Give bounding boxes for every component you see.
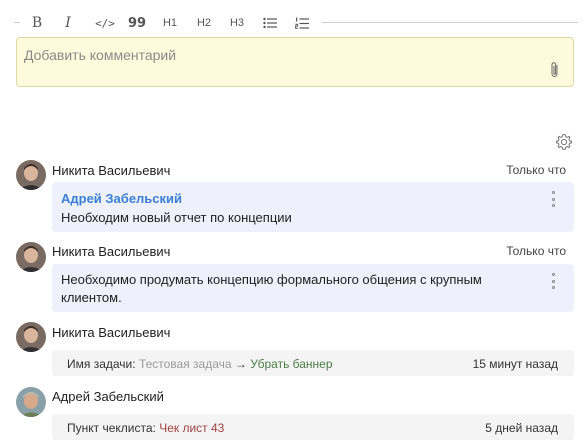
numbered-list-icon — [295, 17, 309, 29]
avatar — [16, 322, 46, 352]
mention-link[interactable]: Адрей Забельский — [61, 191, 182, 206]
comment-placeholder: Добавить комментарий — [24, 47, 177, 63]
more-options-icon[interactable] — [552, 273, 556, 289]
editor-toolbar: B I </> 99 H1 H2 H3 — [0, 12, 586, 34]
more-options-icon[interactable] — [552, 191, 556, 207]
comment-text: Необходимо продумать концепцию формально… — [61, 272, 482, 305]
event-label: Пункт чеклиста: — [67, 421, 156, 435]
comment-author[interactable]: Никита Васильевич — [52, 244, 170, 259]
toolbar-divider — [14, 22, 20, 23]
arrow-icon: → — [234, 357, 247, 371]
comment-input[interactable]: Добавить комментарий — [16, 37, 574, 87]
avatar — [16, 242, 46, 272]
user-avatar-icon — [16, 387, 46, 417]
activity-time: 5 дней назад — [485, 421, 558, 435]
user-avatar-icon — [16, 242, 46, 272]
comment-time: Только что — [506, 163, 566, 177]
bullet-list-button[interactable] — [262, 12, 278, 34]
activity-text: Пункт чеклиста: Чек лист 43 — [67, 421, 224, 435]
activity-event: Пункт чеклиста: Чек лист 43 5 дней назад — [52, 414, 574, 440]
activity-author[interactable]: Адрей Забельский — [52, 389, 164, 404]
activity-text: Имя задачи: Тестовая задача → Убрать бан… — [67, 357, 333, 371]
heading2-button[interactable]: H2 — [194, 12, 214, 34]
gear-icon[interactable] — [555, 133, 573, 151]
comment-text: Необходим новый отчет по концепции — [61, 210, 292, 225]
user-avatar-icon — [16, 160, 46, 190]
new-value: Убрать баннер — [250, 357, 333, 371]
quote-button[interactable]: 99 — [128, 12, 146, 34]
avatar — [16, 160, 46, 190]
bullet-list-icon — [263, 17, 277, 29]
comment-author[interactable]: Никита Васильевич — [52, 163, 170, 178]
comment-time: Только что — [506, 244, 566, 258]
comment-bubble: Адрей Забельский Необходим новый отчет п… — [52, 182, 574, 232]
checklist-value[interactable]: Чек лист 43 — [159, 421, 224, 435]
bold-button[interactable]: B — [28, 12, 46, 34]
numbered-list-button[interactable] — [294, 12, 310, 34]
toolbar-divider — [322, 22, 578, 23]
user-avatar-icon — [16, 322, 46, 352]
activity-time: 15 минут назад — [472, 357, 558, 371]
event-label: Имя задачи: — [67, 357, 136, 371]
italic-button[interactable]: I — [60, 12, 76, 34]
heading3-button[interactable]: H3 — [227, 12, 247, 34]
activity-event: Имя задачи: Тестовая задача → Убрать бан… — [52, 350, 574, 376]
avatar — [16, 387, 46, 417]
activity-author[interactable]: Никита Васильевич — [52, 325, 170, 340]
comment-bubble: Необходимо продумать концепцию формально… — [52, 264, 574, 312]
paperclip-icon[interactable] — [549, 61, 561, 79]
code-button[interactable]: </> — [94, 12, 116, 34]
heading1-button[interactable]: H1 — [160, 12, 180, 34]
old-value: Тестовая задача — [138, 357, 232, 371]
